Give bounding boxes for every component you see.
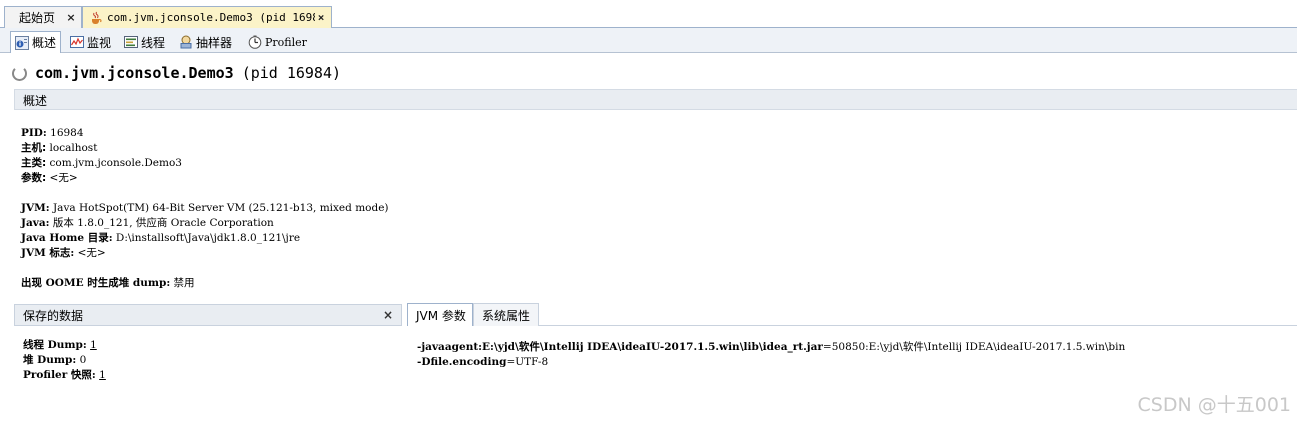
host-label: 主机: <box>21 142 47 154</box>
jvm-value: Java HotSpot(TM) 64-Bit Server VM (25.12… <box>52 202 389 214</box>
main-class-label: 主类: <box>21 157 47 169</box>
tab-system-properties[interactable]: 系统属性 <box>473 303 540 326</box>
saved-data-header: 保存的数据 × <box>14 304 402 326</box>
profiler-icon <box>248 35 262 49</box>
tab-demo3-label: com.jvm.jconsole.Demo3 (pid 16984) <box>107 11 315 24</box>
close-icon[interactable]: × <box>65 11 77 24</box>
heap-dump-value: 0 <box>79 354 87 366</box>
jvm-label: JVM: <box>21 202 50 214</box>
jvm-flags-row: JVM 标志: <无> <box>21 246 389 261</box>
javaagent-arg-value: =50850:E:\yjd\软件\Intellij IDEA\ideaIU-20… <box>822 341 1126 353</box>
info-icon <box>15 35 29 50</box>
view-tab-bar: 概述 监视 线程 抽样器 Profiler <box>0 28 1297 53</box>
jvm-arg-line: -javaagent:E:\yjd\软件\Intellij IDEA\ideaI… <box>417 340 1125 355</box>
jvm-arg-line: -Dfile.encoding=UTF-8 <box>417 355 1125 370</box>
oome-row: 出现 OOME 时生成堆 dump: 禁用 <box>21 276 195 291</box>
tab-profiler-label: Profiler <box>265 35 307 49</box>
pid-label: PID: <box>21 127 47 139</box>
loading-spinner-icon <box>12 65 27 81</box>
java-home-value: D:\installsoft\Java\jdk1.8.0_121\jre <box>115 232 301 244</box>
tab-threads-label: 线程 <box>141 35 166 50</box>
page-title: com.jvm.jconsole.Demo3 (pid 16984) <box>12 64 341 82</box>
thread-dump-link[interactable]: 1 <box>90 339 97 351</box>
java-home-row: Java Home 目录: D:\installsoft\Java\jdk1.8… <box>21 231 389 246</box>
jvm-args-tab-bar: JVM 参数 系统属性 <box>407 303 1297 326</box>
saved-data-list: 线程 Dump: 1 堆 Dump: 0 Profiler 快照: 1 <box>23 338 106 383</box>
args-row: 参数: <无> <box>21 171 182 186</box>
tab-overview[interactable]: 概述 <box>10 31 62 53</box>
sampler-icon <box>180 35 192 49</box>
jvm-row: JVM: Java HotSpot(TM) 64-Bit Server VM (… <box>21 201 389 216</box>
java-home-label: Java Home 目录: <box>21 232 113 244</box>
args-value: <无> <box>49 172 78 184</box>
jvm-info: JVM: Java HotSpot(TM) 64-Bit Server VM (… <box>21 201 389 261</box>
jvm-flags-value: <无> <box>77 247 106 259</box>
oome-value: 禁用 <box>173 277 195 289</box>
host-row: 主机: localhost <box>21 141 182 156</box>
tab-demo3-process[interactable]: com.jvm.jconsole.Demo3 (pid 16984) × <box>82 6 332 28</box>
process-name: com.jvm.jconsole.Demo3 <box>35 64 234 82</box>
args-label: 参数: <box>21 172 47 184</box>
file-encoding-arg: -Dfile.encoding <box>417 356 507 368</box>
java-value: 版本 1.8.0_121, 供应商 Oracle Corporation <box>52 217 274 229</box>
tab-profiler[interactable]: Profiler <box>244 31 311 53</box>
tab-monitor-label: 监视 <box>87 35 112 50</box>
pid-row: PID: 16984 <box>21 126 182 141</box>
tab-sampler-label: 抽样器 <box>196 35 233 50</box>
monitor-icon <box>70 36 84 48</box>
tab-threads[interactable]: 线程 <box>120 31 169 53</box>
saved-data-title: 保存的数据 <box>23 308 84 323</box>
tab-jvm-args[interactable]: JVM 参数 <box>407 303 473 326</box>
tab-overview-label: 概述 <box>32 36 57 50</box>
tab-start-page[interactable]: 起始页 × <box>4 6 82 28</box>
tab-start-page-label: 起始页 <box>19 11 56 25</box>
tab-sampler[interactable]: 抽样器 <box>175 31 236 53</box>
threads-icon <box>124 36 138 48</box>
close-icon[interactable]: × <box>315 11 327 24</box>
profiler-snapshot-row: Profiler 快照: 1 <box>23 368 106 383</box>
oome-label: 出现 OOME 时生成堆 dump: <box>21 277 171 289</box>
tab-monitor[interactable]: 监视 <box>66 31 115 53</box>
oome-info: 出现 OOME 时生成堆 dump: 禁用 <box>21 276 195 291</box>
thread-dump-row: 线程 Dump: 1 <box>23 338 106 353</box>
jvm-flags-label: JVM 标志: <box>21 247 75 259</box>
host-value: localhost <box>49 142 98 154</box>
close-icon[interactable]: × <box>383 308 393 322</box>
java-label: Java: <box>21 217 50 229</box>
file-encoding-arg-value: =UTF-8 <box>506 356 549 368</box>
thread-dump-label: 线程 Dump: <box>23 339 87 351</box>
main-class-row: 主类: com.jvm.jconsole.Demo3 <box>21 156 182 171</box>
java-row: Java: 版本 1.8.0_121, 供应商 Oracle Corporati… <box>21 216 389 231</box>
process-info: PID: 16984 主机: localhost 主类: com.jvm.jco… <box>21 126 182 186</box>
overview-section-header: 概述 <box>14 89 1297 110</box>
javaagent-arg: -javaagent:E:\yjd\软件\Intellij IDEA\ideaI… <box>417 341 823 353</box>
profiler-snapshot-label: Profiler 快照: <box>23 369 96 381</box>
document-tab-bar: 起始页 × com.jvm.jconsole.Demo3 (pid 16984)… <box>0 0 1297 28</box>
pid-value: 16984 <box>50 127 84 139</box>
process-pid: (pid 16984) <box>241 64 342 82</box>
profiler-snapshot-link[interactable]: 1 <box>99 369 106 381</box>
jvm-args-text: -javaagent:E:\yjd\软件\Intellij IDEA\ideaI… <box>417 340 1125 370</box>
heap-dump-label: 堆 Dump: <box>23 354 77 366</box>
java-cup-icon <box>92 11 102 24</box>
heap-dump-row: 堆 Dump: 0 <box>23 353 106 368</box>
main-class-value: com.jvm.jconsole.Demo3 <box>49 157 182 169</box>
watermark: CSDN @十五001 <box>1137 394 1291 416</box>
